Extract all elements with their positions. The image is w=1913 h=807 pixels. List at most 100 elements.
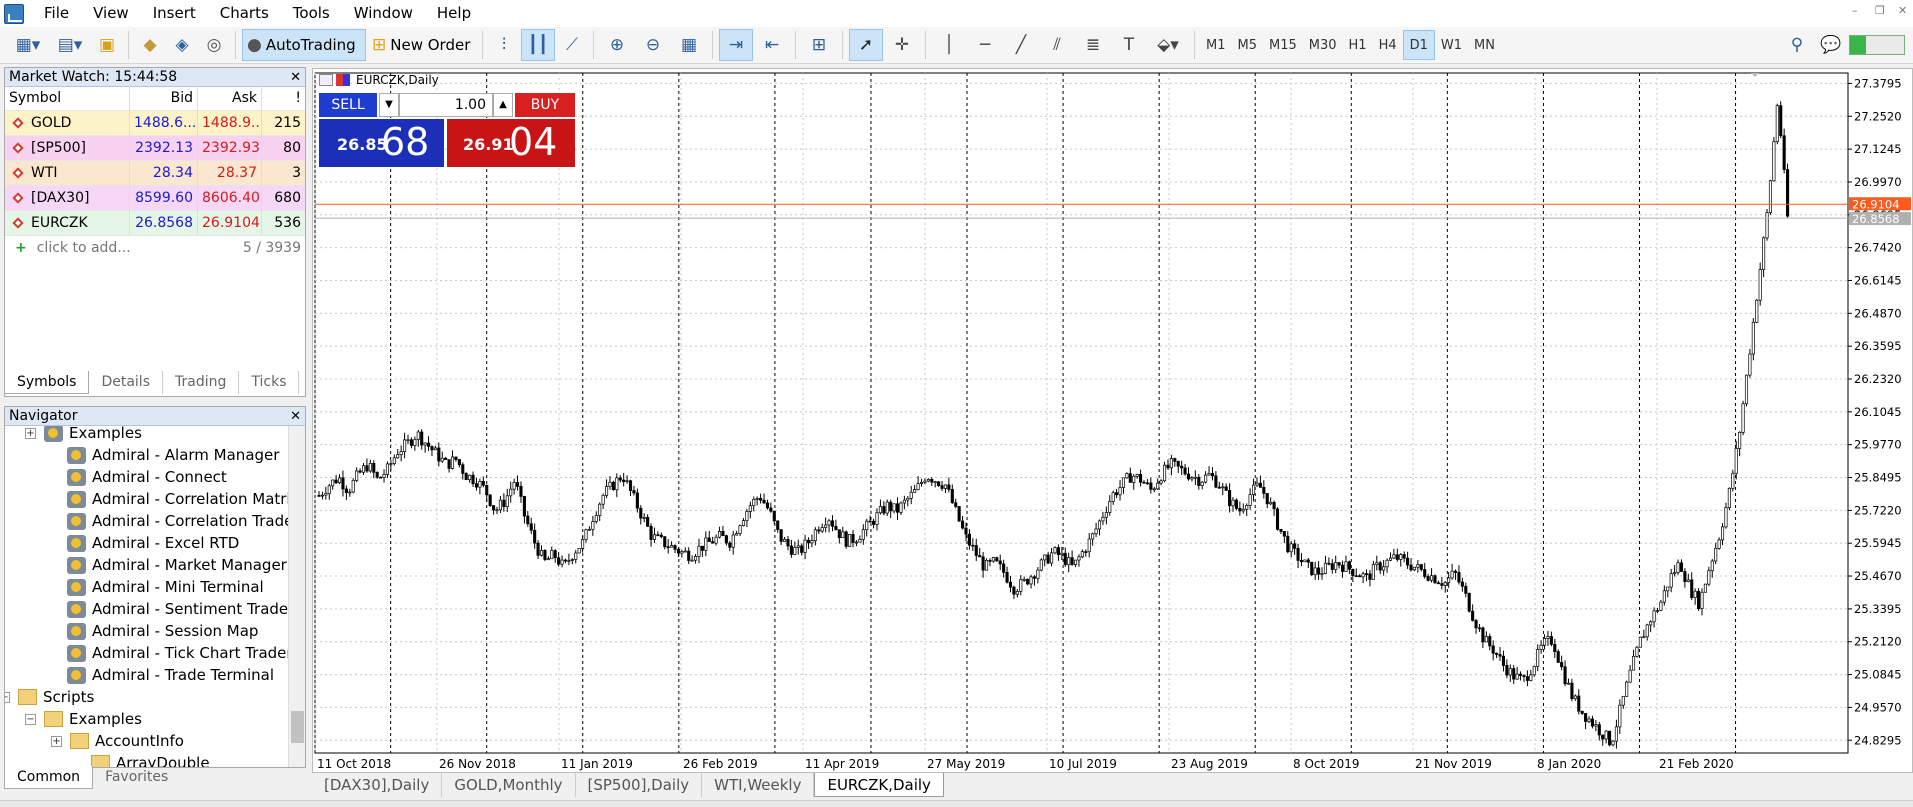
add-symbol-row[interactable]: + click to add... 5 / 3939 (5, 236, 305, 261)
navigator-item[interactable]: Admiral - Correlation Trader (67, 510, 300, 532)
market-watch-row[interactable]: GOLD 1488.6... 1488.9... 215 (5, 110, 305, 136)
tab-trading[interactable]: Trading (163, 371, 240, 394)
market-watch-row[interactable]: [DAX30] 8599.60 8606.40 680 (5, 185, 305, 211)
chart-tab[interactable]: GOLD,Monthly (442, 773, 576, 797)
menu-view[interactable]: View (81, 0, 141, 27)
shapes-icon[interactable]: ⬙▾ (1148, 29, 1188, 61)
expand-icon[interactable]: − (5, 691, 10, 703)
tab-favorites[interactable]: Favorites (93, 766, 180, 789)
navigator-scrollbar[interactable] (288, 426, 305, 767)
chart-tab[interactable]: EURCZK,Daily (814, 773, 944, 797)
horizontal-line-icon[interactable]: ─ (968, 29, 1002, 61)
buy-button[interactable]: BUY (515, 93, 575, 117)
menu-help[interactable]: Help (425, 0, 483, 27)
autotrading-button[interactable]: ● AutoTrading (242, 29, 366, 61)
column-symbol[interactable]: Symbol (5, 86, 129, 111)
navigator-item[interactable]: Admiral - Connect (67, 466, 227, 488)
tf-h1[interactable]: H1 (1343, 30, 1373, 60)
chart-window[interactable]: 27.379527.252027.124526.997026.869526.74… (312, 68, 1913, 773)
lot-down-icon[interactable]: ▼ (379, 93, 399, 117)
cursor-icon[interactable]: ➚ (849, 29, 883, 61)
market-watch-row[interactable]: EURCZK 26.8568 26.9104 536 (5, 210, 305, 236)
column-bid[interactable]: Bid (129, 86, 197, 111)
tf-mn[interactable]: MN (1468, 30, 1501, 60)
market-watch-row[interactable]: [SP500] 2392.13 2392.93 80 (5, 135, 305, 161)
buy-price[interactable]: 26.91 04 (447, 119, 575, 167)
menu-insert[interactable]: Insert (141, 0, 208, 27)
chat-icon[interactable]: 💬 (1814, 29, 1848, 61)
market-watch-row[interactable]: WTI 28.34 28.37 3 (5, 160, 305, 186)
navigator-item[interactable]: − Examples (25, 708, 142, 730)
zoom-out-icon[interactable]: ⊖ (636, 29, 670, 61)
tab-ticks[interactable]: Ticks (239, 371, 300, 394)
column-spread[interactable]: ! (261, 86, 305, 111)
close-icon[interactable]: ✕ (290, 70, 301, 85)
tf-m30[interactable]: M30 (1303, 30, 1343, 60)
chart-shift-icon[interactable]: ⇤ (755, 29, 789, 61)
navigator-item[interactable]: Admiral - Mini Terminal (67, 576, 264, 598)
navigator-item[interactable]: Admiral - Trade Terminal (67, 664, 274, 686)
vertical-line-icon[interactable]: │ (932, 29, 966, 61)
zoom-in-icon[interactable]: ⊕ (600, 29, 634, 61)
signals-icon[interactable]: ◎ (199, 29, 229, 61)
navigator-icon[interactable]: ◆ (135, 29, 165, 61)
channels-icon[interactable]: ⫽ (1040, 29, 1074, 61)
sell-price[interactable]: 26.85 68 (319, 119, 444, 167)
bar-chart-icon[interactable]: ⫶ (489, 29, 519, 61)
menu-file[interactable]: File (32, 0, 81, 27)
lot-up-icon[interactable]: ▲ (493, 93, 513, 117)
navigator-item[interactable]: − Scripts (5, 686, 94, 708)
expand-icon[interactable]: + (25, 427, 36, 439)
candlestick-chart[interactable]: 27.379527.252027.124526.997026.869526.74… (313, 69, 1913, 774)
navigator-item[interactable]: Admiral - Session Map (67, 620, 258, 642)
menu-window[interactable]: Window (342, 0, 425, 27)
navigator-item[interactable]: Admiral - Tick Chart Trader (67, 642, 293, 664)
trendline-icon[interactable]: ╱ (1004, 29, 1038, 61)
tab-common[interactable]: Common (4, 766, 94, 789)
tab-symbols[interactable]: Symbols (4, 371, 90, 394)
search-icon[interactable]: ⚲ (1782, 29, 1812, 61)
auto-scroll-icon[interactable]: ⇥ (719, 29, 753, 61)
menu-tools[interactable]: Tools (281, 0, 342, 27)
chart-tab[interactable]: [DAX30],Daily (312, 773, 443, 797)
tab-details[interactable]: Details (89, 371, 163, 394)
text-icon[interactable]: T (1112, 29, 1146, 61)
menu-charts[interactable]: Charts (208, 0, 281, 27)
navigator-item[interactable]: Admiral - Correlation Matrix (67, 488, 299, 510)
data-window-icon[interactable]: ▣ (92, 29, 122, 61)
navigator-item[interactable]: Admiral - Excel RTD (67, 532, 239, 554)
column-ask[interactable]: Ask (197, 86, 261, 111)
new-order-button[interactable]: ⊞ New Order (368, 29, 476, 61)
tf-d1[interactable]: D1 (1402, 30, 1435, 60)
navigator-item[interactable]: Admiral - Sentiment Trader (67, 598, 294, 620)
chart-tab[interactable]: WTI,Weekly (702, 773, 815, 797)
indicators-icon[interactable]: ⊞ (802, 29, 836, 61)
new-chart-icon[interactable]: ▦▾ (8, 29, 48, 61)
expand-icon[interactable]: + (51, 735, 62, 747)
fibonacci-icon[interactable]: ≣ (1076, 29, 1110, 61)
sell-button[interactable]: SELL (319, 93, 377, 117)
restore-icon[interactable]: ❐ (1875, 4, 1885, 17)
navigator-item[interactable]: + AccountInfo (51, 730, 184, 752)
candlestick-chart-icon[interactable]: ┃┃ (521, 29, 555, 61)
line-chart-icon[interactable]: ⟋ (557, 29, 587, 61)
lot-size-input[interactable]: 1.00 (399, 93, 493, 117)
minimize-icon[interactable]: – (1852, 4, 1858, 17)
navigator-item[interactable]: Admiral - Alarm Manager (67, 444, 279, 466)
close-window-icon[interactable]: ✕ (1898, 4, 1907, 17)
tile-windows-icon[interactable]: ▦ (672, 29, 706, 61)
tf-m5[interactable]: M5 (1232, 30, 1264, 60)
navigator-item[interactable]: Admiral - Market Manager (67, 554, 287, 576)
navigator-item[interactable]: + Examples (25, 426, 142, 444)
expand-icon[interactable]: − (25, 713, 36, 725)
chart-tab[interactable]: [SP500],Daily (576, 773, 703, 797)
crosshair-icon[interactable]: ✛ (885, 29, 919, 61)
tf-m15[interactable]: M15 (1263, 30, 1303, 60)
close-icon[interactable]: ✕ (290, 409, 301, 424)
terminal-icon[interactable]: ◈ (167, 29, 197, 61)
tf-w1[interactable]: W1 (1435, 30, 1468, 60)
profiles-icon[interactable]: ▤▾ (50, 29, 90, 61)
app-icon (4, 3, 24, 24)
tf-m1[interactable]: M1 (1200, 30, 1232, 60)
tf-h4[interactable]: H4 (1373, 30, 1403, 60)
